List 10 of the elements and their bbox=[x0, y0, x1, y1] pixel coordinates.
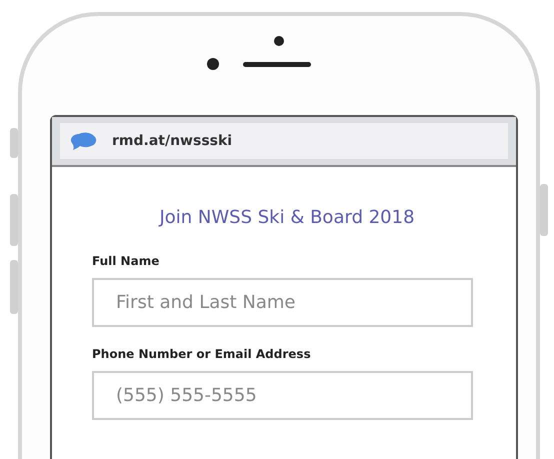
sensor-icon bbox=[207, 58, 219, 70]
field-label: Full Name bbox=[92, 254, 160, 268]
input-field[interactable]: (555) 555-5555 bbox=[92, 371, 473, 420]
form-title: Join NWSS Ski & Board 2018 bbox=[158, 207, 416, 228]
field-label: Phone Number or Email Address bbox=[92, 347, 312, 361]
speaker-icon bbox=[243, 62, 311, 66]
input-field[interactable]: First and Last Name bbox=[92, 278, 473, 327]
url-text[interactable]: rmd.at/nwssski bbox=[112, 133, 232, 149]
camera-icon bbox=[274, 36, 284, 46]
chat-bubble-icon bbox=[68, 131, 98, 151]
